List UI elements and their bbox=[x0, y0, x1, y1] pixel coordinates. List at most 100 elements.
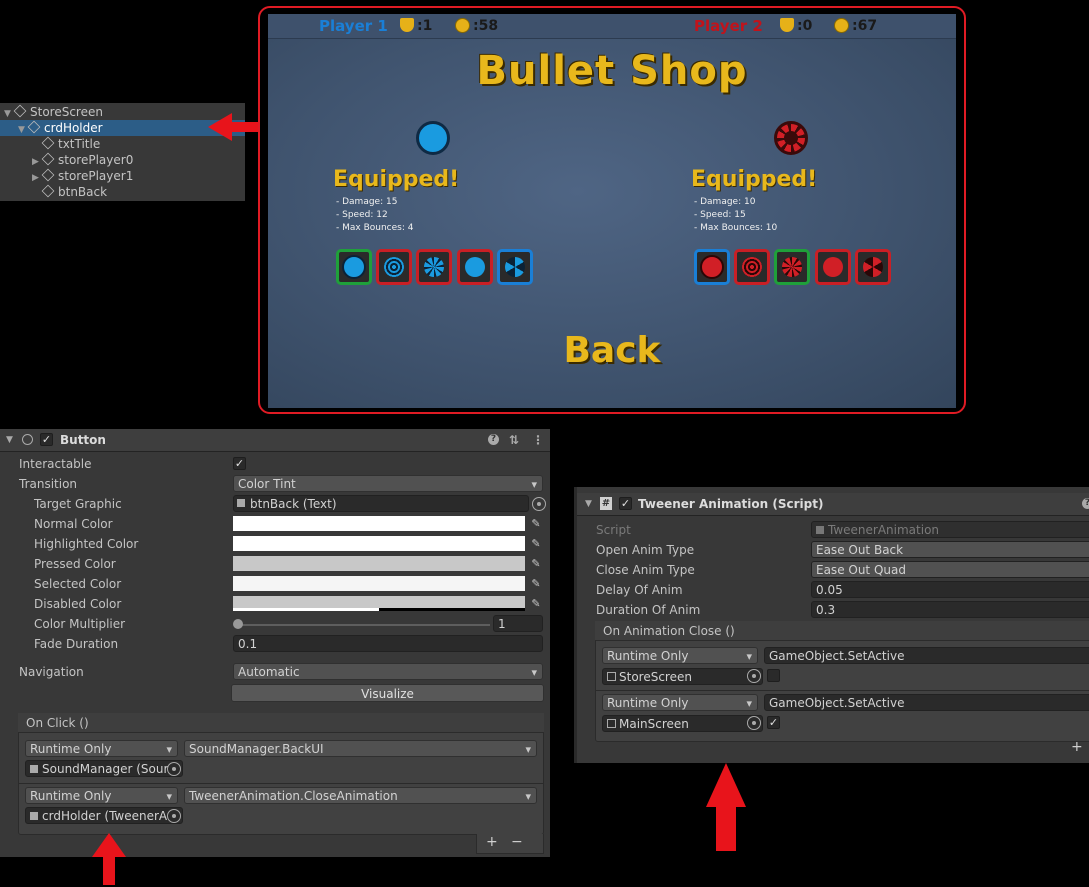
text-component-icon bbox=[237, 499, 245, 507]
component-title: Button bbox=[60, 433, 106, 447]
close-event1-target-field[interactable]: StoreScreen bbox=[602, 668, 763, 685]
player1-bullet-preview bbox=[416, 121, 450, 155]
setactive-checkbox-1[interactable] bbox=[767, 669, 780, 682]
close-event2-function-field[interactable]: GameObject.SetActive bbox=[764, 694, 1089, 711]
bullet-shutter-icon bbox=[424, 257, 444, 277]
bullet-face-icon bbox=[465, 257, 485, 277]
game-view: Player 1 :1 :58 Player 2 :0 :67 Bullet S… bbox=[268, 14, 956, 408]
add-event-button[interactable]: + bbox=[486, 834, 498, 850]
hierarchy-item-storeplayer1[interactable]: ▶ storePlayer1 bbox=[32, 168, 133, 184]
pressed-color-swatch[interactable] bbox=[233, 556, 525, 571]
player1-equipped-label: Equipped! bbox=[333, 167, 460, 192]
more-menu-icon[interactable]: ⋮ bbox=[532, 429, 544, 451]
object-picker-icon[interactable] bbox=[167, 762, 181, 776]
script-icon bbox=[30, 765, 38, 773]
player2-bullet-slot-5[interactable] bbox=[855, 249, 891, 285]
bullet-ring-icon bbox=[742, 257, 762, 277]
player2-bullet-slot-1[interactable] bbox=[694, 249, 730, 285]
fold-arrow-icon[interactable]: ▼ bbox=[6, 429, 13, 451]
object-picker-icon[interactable] bbox=[532, 497, 546, 511]
object-picker-icon[interactable] bbox=[747, 716, 761, 730]
visualize-button[interactable]: Visualize bbox=[231, 684, 544, 702]
collapsed-arrow-icon[interactable]: ▶ bbox=[32, 170, 42, 186]
hierarchy-item-storeplayer0[interactable]: ▶ storePlayer0 bbox=[32, 152, 133, 168]
hierarchy-item-storescreen[interactable]: ▼ StoreScreen bbox=[4, 104, 103, 120]
selected-color-swatch[interactable] bbox=[233, 576, 525, 591]
player2-stats: - Damage: 10- Speed: 15- Max Bounces: 10 bbox=[694, 197, 778, 233]
object-picker-icon[interactable] bbox=[167, 809, 181, 823]
player1-bullet-slot-1[interactable] bbox=[336, 249, 372, 285]
gameobject-icon bbox=[27, 120, 41, 134]
bullet-radiation-icon bbox=[863, 257, 883, 277]
hierarchy-item-btnback[interactable]: btnBack bbox=[41, 184, 107, 200]
duration-input[interactable]: 0.3 bbox=[811, 601, 1089, 618]
preset-icon[interactable]: ⇅ bbox=[509, 429, 519, 451]
alpha-bar bbox=[233, 608, 379, 611]
player1-bullet-slot-5[interactable] bbox=[497, 249, 533, 285]
close-anim-dropdown[interactable]: Ease Out Quad bbox=[811, 561, 1089, 578]
multiplier-input[interactable]: 1 bbox=[493, 615, 543, 632]
event2-target-field[interactable]: crdHolder (TweenerA bbox=[25, 807, 183, 824]
player2-bullet-slot-2[interactable] bbox=[734, 249, 770, 285]
event1-mode-dropdown[interactable]: Runtime Only bbox=[25, 740, 178, 757]
bullet-ring-icon bbox=[384, 257, 404, 277]
duration-label: Duration Of Anim bbox=[596, 603, 701, 617]
fade-duration-label: Fade Duration bbox=[34, 637, 119, 651]
selected-color-label: Selected Color bbox=[34, 577, 122, 591]
player1-bullet-slot-4[interactable] bbox=[457, 249, 493, 285]
player2-label: Player 2 bbox=[694, 17, 763, 35]
navigation-dropdown[interactable]: Automatic bbox=[233, 663, 543, 680]
event1-function-dropdown[interactable]: SoundManager.BackUI bbox=[184, 740, 537, 757]
player1-bullet-slot-3[interactable] bbox=[416, 249, 452, 285]
close-event2-mode-dropdown[interactable]: Runtime Only bbox=[602, 694, 758, 711]
fold-arrow-icon[interactable]: ▼ bbox=[585, 493, 592, 515]
fade-duration-input[interactable]: 0.1 bbox=[233, 635, 543, 652]
script-file-icon bbox=[816, 526, 824, 534]
enabled-checkbox[interactable]: ✓ bbox=[40, 433, 53, 446]
multiplier-slider-track[interactable] bbox=[238, 624, 490, 626]
eyedropper-icon[interactable]: ✎ bbox=[529, 556, 543, 571]
player1-bullet-slot-2[interactable] bbox=[376, 249, 412, 285]
bullet-radiation-icon bbox=[505, 257, 525, 277]
interactable-checkbox[interactable]: ✓ bbox=[233, 457, 246, 470]
setactive-checkbox-2[interactable]: ✓ bbox=[767, 716, 780, 729]
eyedropper-icon[interactable]: ✎ bbox=[529, 596, 543, 611]
bullet-solid-icon bbox=[700, 255, 724, 279]
multiplier-slider-thumb[interactable] bbox=[233, 619, 243, 629]
close-event1-mode-dropdown[interactable]: Runtime Only bbox=[602, 647, 758, 664]
eyedropper-icon[interactable]: ✎ bbox=[529, 536, 543, 551]
event2-function-dropdown[interactable]: TweenerAnimation.CloseAnimation bbox=[184, 787, 537, 804]
player1-coins: :58 bbox=[455, 18, 498, 34]
delay-input[interactable]: 0.05 bbox=[811, 581, 1089, 598]
open-anim-dropdown[interactable]: Ease Out Back bbox=[811, 541, 1089, 558]
expand-arrow-icon[interactable]: ▼ bbox=[18, 122, 28, 138]
close-event2-target-field[interactable]: MainScreen bbox=[602, 715, 763, 732]
button-component-icon bbox=[22, 434, 33, 445]
eyedropper-icon[interactable]: ✎ bbox=[529, 576, 543, 591]
transition-dropdown[interactable]: Color Tint bbox=[233, 475, 543, 492]
event2-mode-dropdown[interactable]: Runtime Only bbox=[25, 787, 178, 804]
player2-bullet-slot-4[interactable] bbox=[815, 249, 851, 285]
eyedropper-icon[interactable]: ✎ bbox=[529, 516, 543, 531]
hierarchy-item-txttitle[interactable]: txtTitle bbox=[41, 136, 100, 152]
player1-stats: - Damage: 15- Speed: 12- Max Bounces: 4 bbox=[336, 197, 414, 233]
close-event1-function-field[interactable]: GameObject.SetActive bbox=[764, 647, 1089, 664]
help-icon[interactable]: ? bbox=[1082, 498, 1089, 509]
object-picker-icon[interactable] bbox=[747, 669, 761, 683]
add-event-button[interactable]: + bbox=[1071, 739, 1083, 755]
tweener-component-header: ▼ # ✓ Tweener Animation (Script) ? bbox=[577, 493, 1089, 516]
highlighted-color-swatch[interactable] bbox=[233, 536, 525, 551]
player2-bullet-slot-3[interactable] bbox=[774, 249, 810, 285]
target-graphic-label: Target Graphic bbox=[34, 497, 122, 511]
back-button[interactable]: Back bbox=[268, 330, 956, 371]
help-icon[interactable]: ? bbox=[488, 434, 499, 445]
normal-color-swatch[interactable] bbox=[233, 516, 525, 531]
remove-event-button[interactable]: − bbox=[511, 834, 523, 850]
bullet-solid-icon bbox=[342, 255, 366, 279]
target-graphic-field[interactable]: btnBack (Text) bbox=[233, 495, 529, 512]
event1-target-field[interactable]: SoundManager (Sour bbox=[25, 760, 183, 777]
script-icon bbox=[30, 812, 38, 820]
gameobject-icon bbox=[41, 136, 55, 150]
enabled-checkbox[interactable]: ✓ bbox=[619, 497, 632, 510]
gameobject-icon bbox=[13, 104, 27, 118]
